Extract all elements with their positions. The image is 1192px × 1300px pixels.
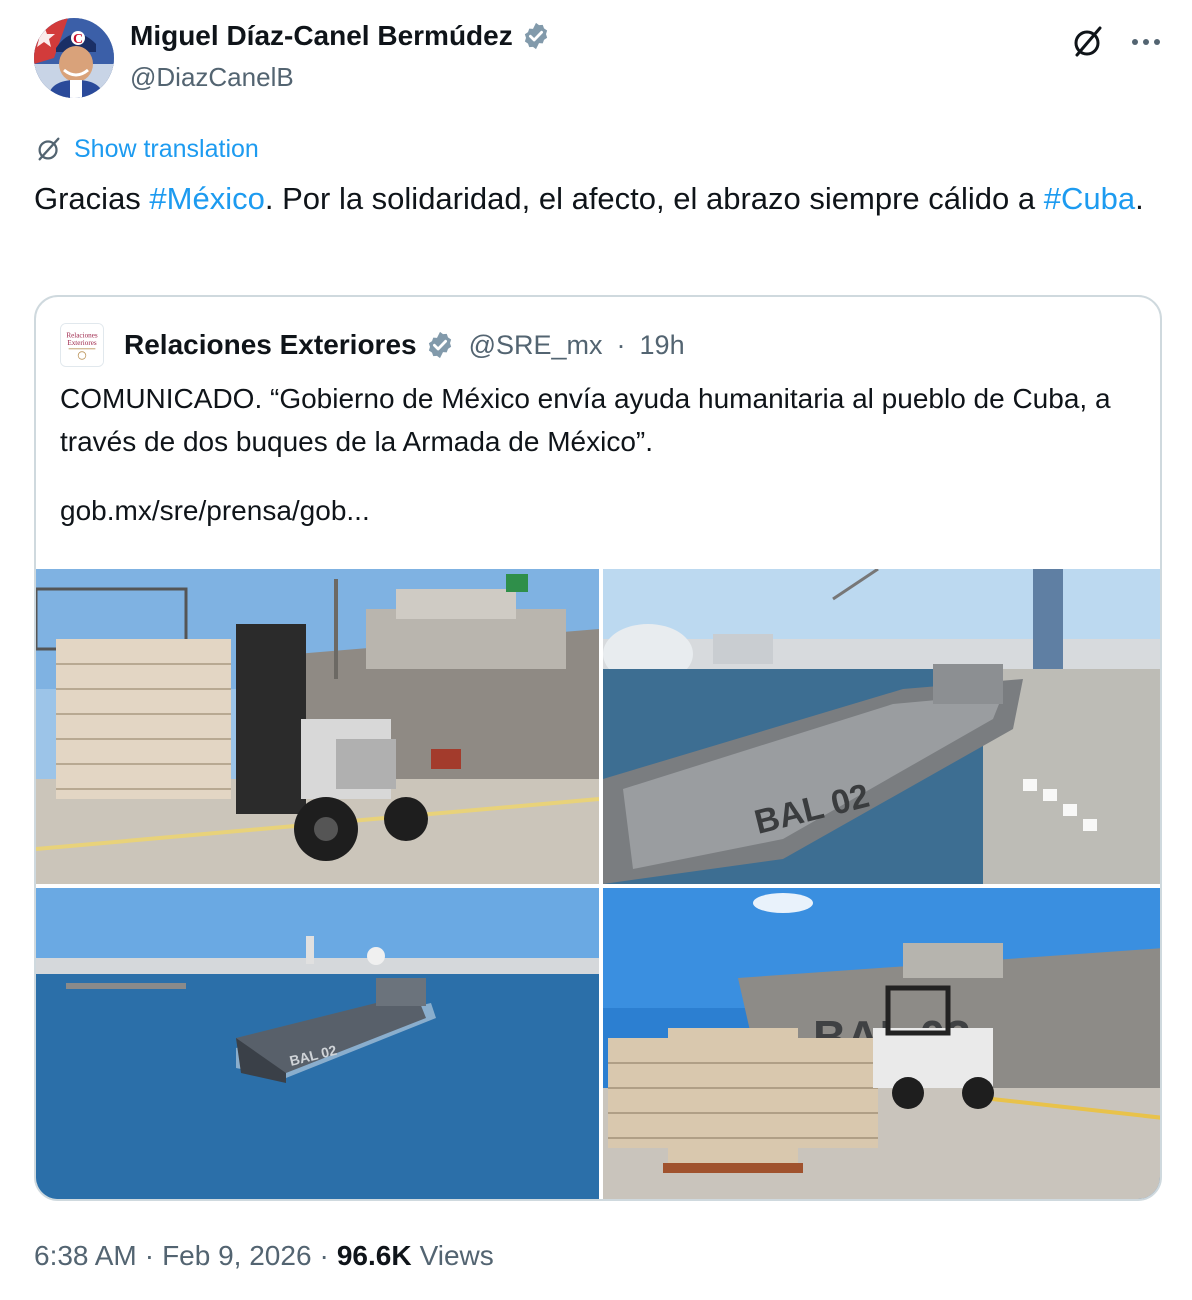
svg-text:Exteriores: Exteriores (67, 339, 97, 347)
tweet-text-part: Gracias (34, 181, 150, 216)
photo-forklift-pallet[interactable] (36, 569, 599, 884)
views-count: 96.6K (336, 1240, 412, 1271)
views-label: Views (419, 1240, 494, 1271)
quoted-tweet-text: COMUNICADO. “Gobierno de México envía ay… (60, 383, 1111, 457)
grok-slash-icon[interactable] (1068, 22, 1108, 62)
quoted-tweet[interactable]: Relaciones Exteriores Relaciones Exterio… (34, 295, 1162, 1201)
author-handle[interactable]: @DiazCanelB (130, 62, 294, 93)
svg-text:C: C (73, 32, 83, 47)
photo-ship-docked[interactable]: BAL 02 (603, 569, 1160, 884)
photo-pallets-forklift[interactable]: BAL 02 (603, 888, 1160, 1199)
hashtag-cuba[interactable]: #Cuba (1044, 181, 1135, 216)
quoted-author-avatar[interactable]: Relaciones Exteriores (60, 323, 104, 367)
tweet: C Miguel Díaz-Canel Bermúdez @DiazCanelB… (0, 0, 1192, 1300)
separator-dot: · (319, 1240, 329, 1271)
verified-badge-icon (524, 22, 547, 50)
hashtag-mexico[interactable]: #México (149, 181, 264, 216)
tweet-time[interactable]: 6:38 AM (34, 1240, 137, 1272)
photo-ship-at-sea[interactable]: BAL 02 (36, 888, 599, 1199)
author-name-row: Miguel Díaz-Canel Bermúdez (130, 20, 551, 52)
quoted-tweet-time[interactable]: 19h (640, 330, 685, 361)
separator-dot: · (616, 329, 626, 360)
avatar-image: C (34, 18, 114, 98)
tweet-text-part: . (1135, 181, 1144, 216)
more-horizontal-icon[interactable] (1126, 22, 1166, 62)
verified-badge-icon (428, 331, 451, 359)
quoted-tweet-header: Relaciones Exteriores Relaciones Exterio… (60, 323, 685, 367)
show-translation-link[interactable]: Show translation (34, 134, 259, 164)
tweet-text: Gracias #México. Por la solidaridad, el … (34, 176, 1174, 222)
quoted-tweet-link[interactable]: gob.mx/sre/prensa/gob... (60, 495, 370, 527)
media-grid: BAL 02 BAL 02 BAL (36, 569, 1160, 1199)
show-translation-label[interactable]: Show translation (74, 135, 259, 164)
tweet-date[interactable]: Feb 9, 2026 (162, 1240, 311, 1272)
tweet-text-part: . Por la solidaridad, el afecto, el abra… (264, 181, 1044, 216)
quoted-author-handle[interactable]: @SRE_mx (469, 330, 603, 361)
grok-slash-icon (38, 137, 60, 161)
quoted-author-name[interactable]: Relaciones Exteriores (124, 329, 417, 361)
author-avatar[interactable]: C (34, 18, 114, 98)
author-name[interactable]: Miguel Díaz-Canel Bermúdez (130, 20, 513, 52)
separator-dot: · (144, 1240, 155, 1271)
tweet-meta: 6:38 AM · Feb 9, 2026 · 96.6K Views (34, 1240, 494, 1272)
